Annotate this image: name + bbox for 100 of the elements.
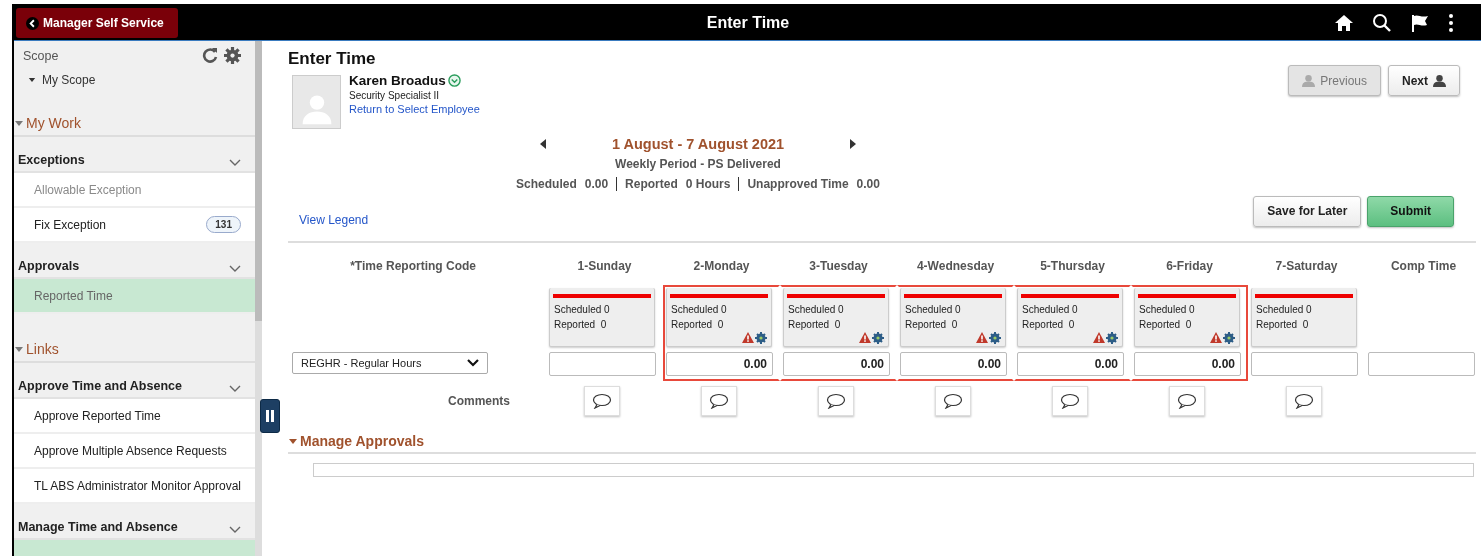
employee-job-title: Security Specialist II xyxy=(349,90,441,101)
gear-icon xyxy=(1223,332,1235,344)
day-summary-card: Scheduled 0 Reported 0 xyxy=(783,288,889,347)
hours-field[interactable]: 0.00 xyxy=(1134,352,1241,376)
chevron-icon xyxy=(229,383,241,393)
comment-button[interactable] xyxy=(934,386,971,416)
period-type: Weekly Period - PS Delivered xyxy=(615,157,781,171)
speech-bubble-icon xyxy=(1176,393,1197,409)
flag-icon[interactable] xyxy=(1410,13,1430,33)
column-header: *Time Reporting Code xyxy=(349,258,477,275)
nav-item[interactable]: TL ABS Administrator Monitor Approval xyxy=(14,469,255,504)
view-legend-link[interactable]: View Legend xyxy=(299,213,369,227)
column-header: Comp Time xyxy=(1389,258,1458,275)
save-button[interactable]: Save for Later xyxy=(1253,195,1362,227)
page-heading: Enter Time xyxy=(288,49,377,69)
section-header[interactable]: Manage Approvals xyxy=(288,433,1476,454)
menu-icon[interactable] xyxy=(1448,13,1454,33)
speech-bubble-icon xyxy=(1293,393,1314,409)
day-summary-card: Scheduled 0 Reported 0 xyxy=(549,288,655,347)
column-header: 3-Tuesday xyxy=(808,258,869,275)
scope-label: Scope xyxy=(23,48,59,63)
summary-value: 0.00 xyxy=(856,177,880,191)
scope-tree-item[interactable]: My Scope xyxy=(14,64,255,88)
employee-name: Karen Broadus xyxy=(349,73,446,88)
person-icon xyxy=(1433,74,1446,87)
caret-icon xyxy=(28,76,36,84)
column-header: 1-Sunday xyxy=(576,258,633,275)
pause-icon xyxy=(266,410,274,422)
comment-button[interactable] xyxy=(1285,386,1322,416)
summary-value: 0 Hours xyxy=(685,177,731,191)
hours-field[interactable]: 0.00 xyxy=(1017,352,1124,376)
chevron-icon xyxy=(229,263,241,273)
comment-button[interactable] xyxy=(817,386,854,416)
column-header: 6-Friday xyxy=(1165,258,1214,275)
column-header: 5-Thursday xyxy=(1039,258,1106,275)
chevron-icon xyxy=(229,524,241,534)
comment-button[interactable] xyxy=(1051,386,1088,416)
summary-label: Reported xyxy=(625,177,678,191)
summary-label: Scheduled xyxy=(516,177,577,191)
caret-icon xyxy=(14,344,24,354)
warning-icon xyxy=(1210,332,1222,343)
speech-bubble-icon xyxy=(942,393,963,409)
person-icon xyxy=(1302,74,1316,87)
day-summary-card: Scheduled 0 Reported 0 xyxy=(1134,288,1240,347)
day-summary-card: Scheduled 0 Reported 0 xyxy=(1017,288,1123,347)
time-code-dropdown[interactable]: REGHR - Regular Hours xyxy=(292,352,488,374)
submit-button[interactable]: Submit xyxy=(1367,195,1454,227)
gear-icon xyxy=(872,332,884,344)
count-badge: 131 xyxy=(206,216,241,233)
previous-period-icon[interactable] xyxy=(539,139,546,149)
comments-label: Comments xyxy=(447,393,511,410)
gear-icon xyxy=(1106,332,1118,344)
return-link[interactable]: Return to Select Employee xyxy=(349,103,480,115)
hours-field[interactable]: 0.00 xyxy=(783,352,890,376)
scrollbar-thumb[interactable] xyxy=(255,41,262,321)
collapse-handle[interactable] xyxy=(260,399,280,433)
speech-bubble-icon xyxy=(825,393,846,409)
nav-item[interactable]: Fix Exception 131 xyxy=(14,208,255,243)
search-icon[interactable] xyxy=(1372,13,1392,33)
hours-field[interactable] xyxy=(1251,352,1358,376)
comment-button[interactable] xyxy=(583,386,620,416)
caret-icon xyxy=(14,118,24,128)
speech-bubble-icon xyxy=(591,393,612,409)
nav-item[interactable]: Approve Reported Time xyxy=(14,399,255,434)
back-icon xyxy=(26,16,39,30)
dropdown-icon[interactable] xyxy=(447,74,461,87)
next-period-icon[interactable] xyxy=(850,139,857,149)
comment-button[interactable] xyxy=(1168,386,1205,416)
warning-icon xyxy=(976,332,988,343)
chevron-icon xyxy=(467,358,479,368)
back-button[interactable]: Manager Self Service xyxy=(16,8,178,38)
warning-icon xyxy=(742,332,754,343)
summary-label: Unapproved Time xyxy=(747,177,849,191)
column-header: 2-Monday xyxy=(692,258,751,275)
hours-field[interactable]: 0.00 xyxy=(900,352,1007,376)
speech-bubble-icon xyxy=(708,393,729,409)
day-summary-card: Scheduled 0 Reported 0 xyxy=(1251,288,1357,347)
gear-icon xyxy=(989,332,1001,344)
chevron-icon xyxy=(229,157,241,167)
warning-icon xyxy=(1093,332,1105,343)
column-header: 4-Wednesday xyxy=(915,258,996,275)
period-dates: 1 August - 7 August 2021 xyxy=(611,136,785,152)
gear-icon xyxy=(755,332,767,344)
hours-field[interactable]: 0.00 xyxy=(666,352,773,376)
page-title: Enter Time xyxy=(706,14,790,32)
day-summary-card: Scheduled 0 Reported 0 xyxy=(666,288,772,347)
home-icon[interactable] xyxy=(1334,13,1354,33)
next-button[interactable]: Next xyxy=(1388,65,1460,96)
summary-value: 0.00 xyxy=(584,177,609,191)
comment-button[interactable] xyxy=(700,386,737,416)
refresh-icon[interactable] xyxy=(202,47,218,63)
speech-bubble-icon xyxy=(1059,393,1080,409)
nav-item[interactable]: Reported Time xyxy=(14,279,255,314)
day-summary-card: Scheduled 0 Reported 0 xyxy=(900,288,1006,347)
caret-icon xyxy=(288,436,298,446)
hours-field[interactable] xyxy=(549,352,656,376)
settings-icon[interactable] xyxy=(224,47,241,64)
hours-field[interactable] xyxy=(1368,352,1475,376)
nav-item[interactable]: Approve Multiple Absence Requests xyxy=(14,434,255,469)
column-header: 7-Saturday xyxy=(1274,258,1339,275)
